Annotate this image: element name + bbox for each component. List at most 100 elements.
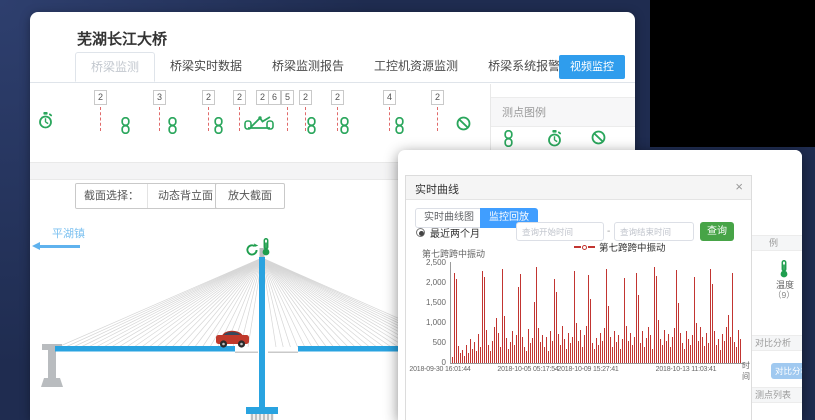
- bar: [532, 338, 533, 363]
- chain-icon[interactable]: [503, 130, 514, 152]
- bar: [638, 295, 639, 363]
- legend-panel: 测点图例: [490, 84, 635, 150]
- end-time-input[interactable]: [614, 222, 694, 241]
- sensor-count-badge[interactable]: 2: [431, 90, 444, 105]
- chart-legend[interactable]: 第七跨跨中振动: [574, 240, 666, 254]
- sensor-count-marker[interactable]: 5: [281, 90, 294, 131]
- main-tab-2[interactable]: 桥梁监测报告: [257, 52, 359, 82]
- legend-line-icon: [588, 246, 595, 248]
- main-tab-1[interactable]: 桥梁实时数据: [155, 52, 257, 82]
- bar: [456, 279, 457, 363]
- bar: [526, 351, 527, 363]
- special-icon[interactable]: [244, 113, 274, 132]
- close-icon[interactable]: ×: [735, 179, 743, 194]
- bar: [724, 341, 725, 363]
- section-select-label: 截面选择：: [76, 184, 148, 208]
- section-select-dropdown[interactable]: 动态背立面: [148, 184, 219, 208]
- sensor-dashed-line: [337, 107, 338, 131]
- x-axis-line: [450, 363, 744, 364]
- bar: [510, 342, 511, 363]
- bar: [682, 343, 683, 363]
- main-tab-0[interactable]: 桥梁监测: [75, 52, 155, 82]
- chain-icon[interactable]: [120, 117, 131, 134]
- chain-icon[interactable]: [306, 117, 317, 134]
- sensor-count-badge[interactable]: 3: [153, 90, 166, 105]
- sensor-dashed-line: [239, 107, 240, 131]
- main-tab-3[interactable]: 工控机资源监测: [359, 52, 473, 82]
- sensor-count-badge[interactable]: 2: [94, 90, 107, 105]
- sensor-count-badge[interactable]: 5: [281, 90, 294, 105]
- bar: [618, 335, 619, 363]
- bar: [732, 273, 733, 363]
- rotate-sensor-icon[interactable]: [245, 243, 259, 262]
- bar: [718, 339, 719, 363]
- bar: [530, 343, 531, 363]
- bar: [584, 335, 585, 363]
- bar: [616, 342, 617, 363]
- bar: [660, 339, 661, 363]
- bar: [460, 353, 461, 363]
- bar: [492, 341, 493, 363]
- bar: [674, 328, 675, 363]
- ban-icon[interactable]: [456, 116, 471, 131]
- bar: [646, 338, 647, 363]
- sensor-count-marker[interactable]: 2: [431, 90, 444, 131]
- legend-label: 第七跨跨中振动: [599, 240, 666, 254]
- video-monitor-button[interactable]: 视频监控: [559, 55, 625, 79]
- sensor-count-marker[interactable]: 2: [94, 90, 107, 131]
- sensor-count-badge[interactable]: 2: [331, 90, 344, 105]
- chain-icon[interactable]: [167, 117, 178, 134]
- bar: [494, 327, 495, 363]
- sensor-count-badge[interactable]: 2: [233, 90, 246, 105]
- timer-icon[interactable]: [38, 112, 53, 130]
- bar: [714, 331, 715, 363]
- recent-two-months-radio[interactable]: 最近两个月: [416, 225, 480, 240]
- x-tick-label: 2018-10-13 11:03:41: [656, 366, 717, 373]
- start-time-input[interactable]: [516, 222, 604, 241]
- bar: [478, 334, 479, 363]
- thermometer-icon[interactable]: [261, 238, 271, 261]
- sensor-count-marker[interactable]: 3: [153, 90, 166, 131]
- bar: [536, 267, 537, 363]
- bar: [696, 323, 697, 363]
- bar: [462, 350, 463, 363]
- bar: [528, 329, 529, 363]
- bar: [672, 337, 673, 363]
- bar: [658, 320, 659, 363]
- bar: [720, 350, 721, 363]
- bar: [670, 347, 671, 363]
- sensor-count-badge[interactable]: 2: [299, 90, 312, 105]
- bar: [474, 342, 475, 363]
- radio-icon[interactable]: [416, 228, 425, 237]
- bar: [688, 339, 689, 363]
- sensor-count-badge[interactable]: 4: [383, 90, 396, 105]
- y-tick-label: 500: [406, 338, 446, 347]
- sensor-count-badge[interactable]: 2: [202, 90, 215, 105]
- chain-icon[interactable]: [339, 117, 350, 134]
- bar: [730, 337, 731, 363]
- sensor-dashed-line: [437, 107, 438, 131]
- bar: [500, 347, 501, 363]
- compare-button[interactable]: 对比分析: [771, 363, 802, 379]
- bar: [610, 337, 611, 363]
- bar: [678, 303, 679, 363]
- sensor-dashed-line: [208, 107, 209, 131]
- sensor-count-marker[interactable]: 6: [268, 90, 281, 105]
- x-tick-label: 2018-10-05 05:17:54: [497, 366, 558, 373]
- pier-cap: [246, 407, 278, 414]
- chain-icon[interactable]: [394, 117, 405, 134]
- query-button[interactable]: 查询: [700, 222, 734, 241]
- dialog-title: 实时曲线: [415, 181, 459, 197]
- ban-icon[interactable]: [591, 130, 606, 150]
- dialog-header: 实时曲线 ×: [406, 176, 751, 200]
- main-tabbar: 桥梁监测桥梁实时数据桥梁监测报告工控机资源监测桥梁系统报警: [30, 52, 635, 83]
- sidebar-legend-header: 例: [752, 235, 802, 251]
- bar: [604, 328, 605, 363]
- chain-icon[interactable]: [213, 117, 224, 134]
- radio-label: 最近两个月: [430, 225, 480, 240]
- sensor-count-badge[interactable]: 6: [268, 90, 281, 105]
- bar: [736, 347, 737, 363]
- bar: [612, 347, 613, 363]
- zoom-section-button[interactable]: 放大截面: [215, 183, 285, 209]
- bar: [586, 326, 587, 363]
